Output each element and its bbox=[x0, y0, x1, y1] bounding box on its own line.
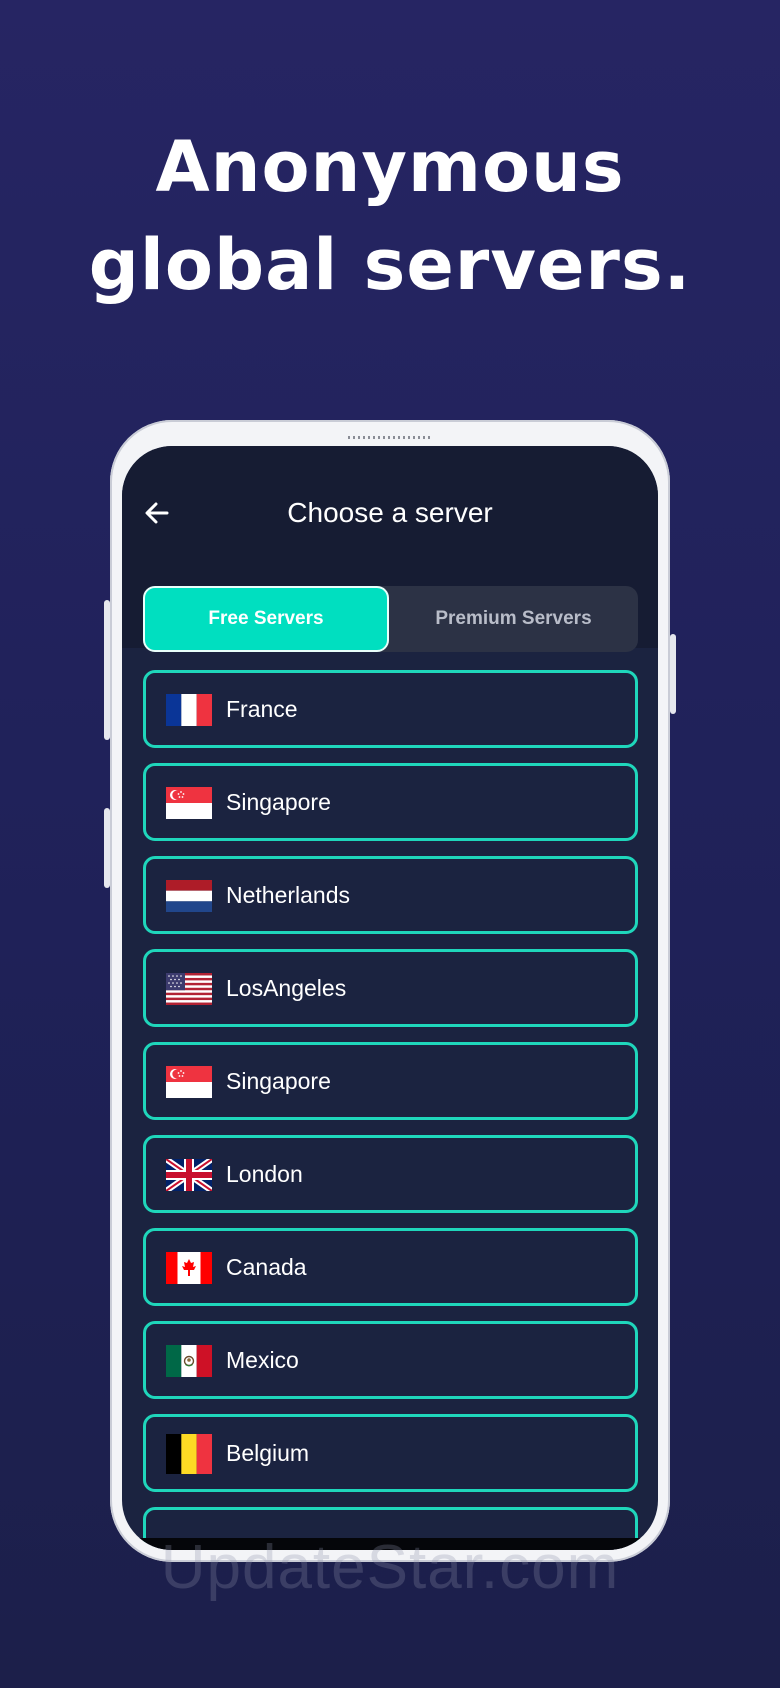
server-item-losangeles[interactable]: LosAngeles bbox=[143, 949, 638, 1027]
phone-side-button-right bbox=[670, 634, 676, 714]
server-name: Canada bbox=[226, 1254, 307, 1280]
server-item-singapore[interactable]: Singapore bbox=[143, 1042, 638, 1120]
promo-headline: Anonymous global servers. bbox=[0, 118, 780, 314]
server-name: Singapore bbox=[226, 1068, 331, 1094]
server-item-netherlands[interactable]: Netherlands bbox=[143, 856, 638, 934]
flag-usa-icon bbox=[166, 973, 212, 1005]
server-name: Mexico bbox=[226, 1347, 299, 1373]
server-type-toggle: Free Servers Premium Servers bbox=[143, 586, 638, 652]
phone-side-button-left-2 bbox=[104, 808, 110, 888]
flag-singapore-icon bbox=[166, 1066, 212, 1098]
app-header: Choose a server Free Servers Premium Ser… bbox=[122, 446, 658, 652]
server-list: France Singapore Netherlands LosAngeles … bbox=[143, 670, 638, 1550]
server-item-canada[interactable]: Canada bbox=[143, 1228, 638, 1306]
headline-line-1: Anonymous bbox=[155, 126, 625, 208]
tab-premium-servers[interactable]: Premium Servers bbox=[389, 586, 638, 652]
phone-mockup: Choose a server Free Servers Premium Ser… bbox=[104, 420, 676, 1562]
server-item-belgium[interactable]: Belgium bbox=[143, 1414, 638, 1492]
flag-netherlands-icon bbox=[166, 880, 212, 912]
server-name: France bbox=[226, 696, 298, 722]
server-name: Singapore bbox=[226, 789, 331, 815]
flag-uk-icon bbox=[166, 1159, 212, 1191]
server-name: London bbox=[226, 1161, 303, 1187]
flag-belgium-icon bbox=[166, 1434, 212, 1474]
flag-singapore-icon bbox=[166, 787, 212, 819]
headline-line-2: global servers. bbox=[88, 224, 692, 306]
tab-free-servers[interactable]: Free Servers bbox=[143, 586, 389, 652]
flag-mexico-icon bbox=[166, 1345, 212, 1377]
server-item-mexico[interactable]: Mexico bbox=[143, 1321, 638, 1399]
server-item-france[interactable]: France bbox=[143, 670, 638, 748]
flag-france-icon bbox=[166, 694, 212, 726]
server-name: Netherlands bbox=[226, 882, 351, 908]
server-name: Belgium bbox=[226, 1440, 310, 1466]
phone-side-button-left-1 bbox=[104, 600, 110, 740]
watermark-text: UpdateStar.com bbox=[160, 1533, 620, 1602]
server-item-singapore[interactable]: Singapore bbox=[143, 763, 638, 841]
phone-screen: Choose a server Free Servers Premium Ser… bbox=[122, 446, 658, 1550]
server-item-london[interactable]: London bbox=[143, 1135, 638, 1213]
phone-speaker bbox=[348, 436, 430, 439]
server-name: LosAngeles bbox=[226, 975, 347, 1001]
flag-canada-icon bbox=[166, 1252, 212, 1284]
page-title: Choose a server bbox=[287, 497, 493, 528]
